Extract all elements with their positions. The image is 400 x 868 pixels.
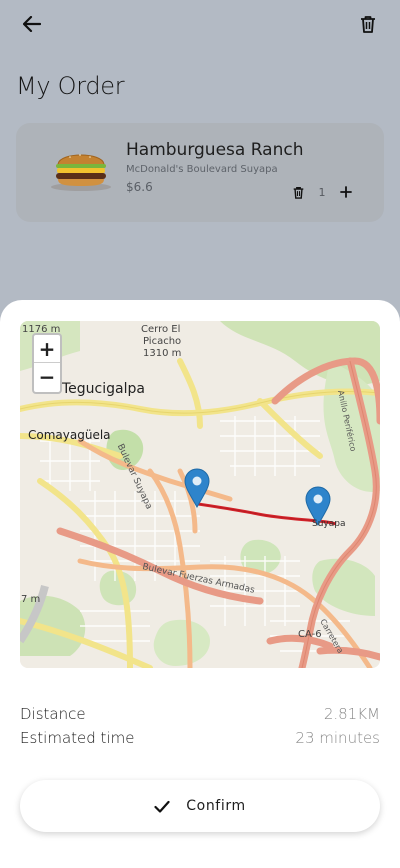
route-map[interactable]: Cerro El Picacho 1310 m 1176 m 7 m Teguc… bbox=[20, 321, 380, 668]
estimated-time-value: 23 minutes bbox=[295, 729, 380, 747]
quantity-stepper: 1 bbox=[290, 182, 354, 202]
map-label-peak3: 1310 m bbox=[143, 348, 181, 359]
top-bar bbox=[0, 0, 400, 50]
map-tiles: Cerro El Picacho 1310 m 1176 m 7 m Teguc… bbox=[20, 321, 380, 668]
increase-quantity-button[interactable] bbox=[338, 184, 354, 200]
zoom-in-button[interactable]: + bbox=[34, 335, 60, 363]
burger-image bbox=[51, 154, 111, 191]
trash-icon bbox=[293, 186, 303, 199]
remove-item-button[interactable] bbox=[290, 184, 306, 200]
map-label-city2: Comayagüela bbox=[28, 428, 111, 442]
map-zoom-control: + − bbox=[32, 333, 62, 394]
item-price: $6.6 bbox=[126, 180, 153, 194]
back-button[interactable] bbox=[20, 12, 44, 36]
trash-icon bbox=[361, 16, 375, 33]
map-label-peak2: Picacho bbox=[143, 336, 181, 347]
delete-order-button[interactable] bbox=[356, 12, 380, 36]
distance-label: Distance bbox=[20, 705, 86, 723]
confirm-label: Confirm bbox=[186, 798, 246, 814]
check-icon bbox=[154, 797, 172, 815]
order-item-card: Hamburguesa Ranch McDonald's Boulevard S… bbox=[16, 123, 384, 222]
item-name: Hamburguesa Ranch bbox=[126, 140, 304, 160]
arrow-left-icon bbox=[23, 16, 41, 32]
estimated-time-label: Estimated time bbox=[20, 729, 135, 747]
distance-row: Distance 2.81KM bbox=[20, 705, 380, 723]
map-label-road4: CA-6 bbox=[298, 629, 322, 640]
plus-icon bbox=[340, 186, 352, 198]
map-label-city: Tegucigalpa bbox=[61, 381, 145, 397]
item-store: McDonald's Boulevard Suyapa bbox=[126, 164, 278, 175]
zoom-out-button[interactable]: − bbox=[34, 363, 60, 391]
map-label-elev2: 7 m bbox=[21, 594, 40, 605]
estimated-time-row: Estimated time 23 minutes bbox=[20, 729, 380, 747]
map-label-peak: Cerro El bbox=[141, 324, 180, 335]
confirm-button[interactable]: Confirm bbox=[20, 780, 380, 832]
quantity-value: 1 bbox=[318, 185, 326, 199]
page-title: My Order bbox=[16, 72, 125, 100]
map-label-road6: Suyapa bbox=[312, 519, 346, 529]
route-sheet: Cerro El Picacho 1310 m 1176 m 7 m Teguc… bbox=[0, 300, 400, 868]
distance-value: 2.81KM bbox=[323, 705, 380, 723]
